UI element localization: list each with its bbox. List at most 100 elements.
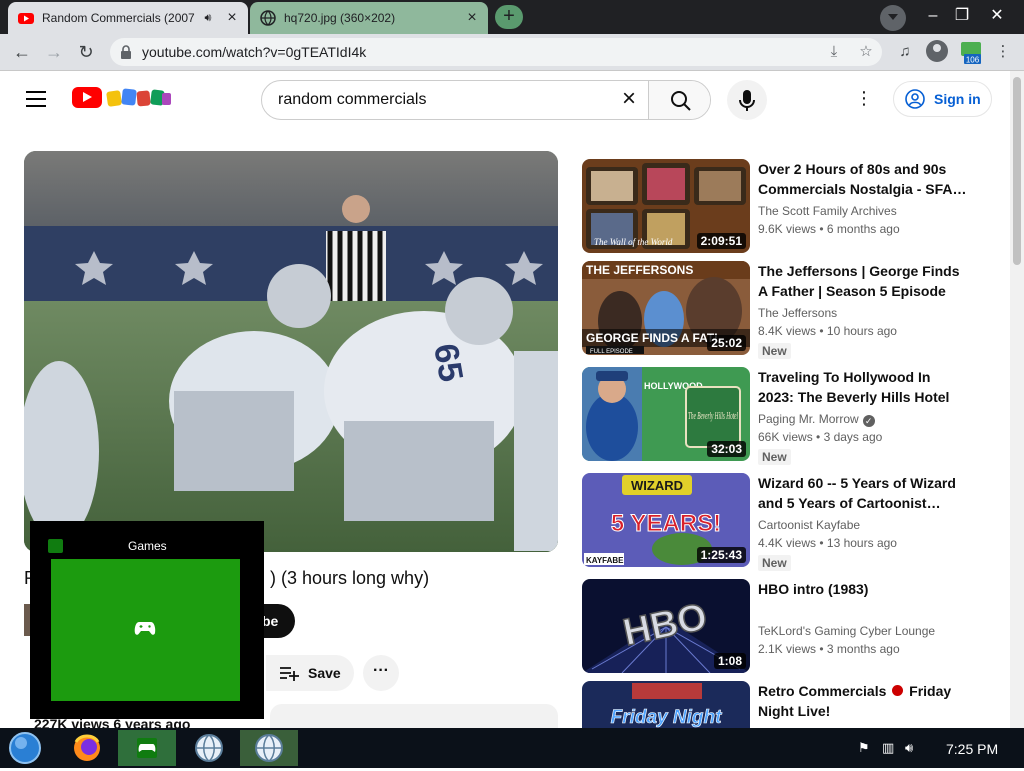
- menu-hamburger-icon[interactable]: [26, 91, 46, 112]
- recommendation-item[interactable]: HBO 1:08 HBO intro (1983) TeKLord's Gami…: [582, 579, 1002, 679]
- recommendation-item[interactable]: Friday Night Retro Commercials Friday Ni…: [582, 681, 1002, 728]
- recommendation-item[interactable]: WIZARD 5 YEARS! KAYFABE 1:25:43 Wizard 6…: [582, 473, 1002, 573]
- chrome-window-taskbar-button[interactable]: [240, 730, 298, 766]
- speaker-icon[interactable]: 🔊︎: [200, 12, 216, 25]
- close-window-icon[interactable]: ✕: [980, 0, 1014, 34]
- chrome-taskbar-button[interactable]: [180, 730, 238, 766]
- channel-name-text: Paging Mr. Morrow: [758, 412, 859, 426]
- video-thumbnail[interactable]: Friday Night: [582, 681, 750, 728]
- url-text: youtube.com/watch?v=0gTEATIdI4k: [142, 44, 367, 60]
- network-icon[interactable]: ▥: [882, 740, 894, 756]
- new-tab-button[interactable]: +: [495, 5, 523, 29]
- profile-avatar-icon[interactable]: [926, 40, 948, 62]
- media-control-icon[interactable]: ♫: [894, 41, 916, 63]
- globe-favicon-icon: [260, 10, 276, 26]
- video-meta: 66K views • 3 days ago: [758, 430, 883, 444]
- view-count: 8.4K views: [758, 324, 817, 338]
- video-thumbnail[interactable]: HBO 1:08: [582, 579, 750, 673]
- start-button[interactable]: [0, 730, 58, 766]
- address-bar[interactable]: youtube.com/watch?v=0gTEATIdI4k ⤓ ☆: [110, 38, 882, 66]
- xbox-taskbar-button[interactable]: [118, 730, 176, 766]
- system-clock[interactable]: 7:25 PM: [946, 741, 998, 757]
- video-meta: 9.6K views • 6 months ago: [758, 222, 900, 236]
- save-button[interactable]: Save: [266, 655, 354, 691]
- video-thumbnail[interactable]: WIZARD 5 YEARS! KAYFABE 1:25:43: [582, 473, 750, 567]
- games-overlay-window[interactable]: Games: [30, 521, 264, 719]
- back-icon[interactable]: ←: [8, 38, 36, 66]
- save-label: Save: [308, 665, 341, 681]
- reload-icon[interactable]: ↻: [72, 38, 100, 66]
- tab-title: Random Commercials (2007: [42, 11, 195, 25]
- scrollbar-thumb[interactable]: [1013, 77, 1021, 265]
- install-app-icon[interactable]: ⤓: [824, 42, 844, 62]
- tab-image[interactable]: hq720.jpg (360×202) ×: [250, 2, 488, 34]
- video-player[interactable]: 65: [24, 151, 558, 552]
- search-box[interactable]: random commercials ×: [261, 80, 711, 120]
- thumbnail-caption: GEORGE FINDS A FATI: [586, 331, 718, 345]
- firefox-taskbar-button[interactable]: [58, 730, 116, 766]
- xbox-app-icon: [48, 539, 63, 553]
- new-badge: New: [758, 449, 791, 465]
- video-duration: 1:25:43: [696, 547, 746, 563]
- video-title[interactable]: Over 2 Hours of 80s and 90s Commercials …: [758, 159, 968, 199]
- restore-icon[interactable]: ❐: [945, 0, 979, 34]
- os-taskbar: ⚑ ▥ 🔊︎ 7:25 PM: [0, 728, 1024, 768]
- thumbnail-caption: FULL EPISODE: [590, 349, 633, 355]
- games-preview-pane[interactable]: [51, 559, 240, 701]
- youtube-logo-icon[interactable]: [72, 87, 102, 108]
- video-title[interactable]: Wizard 60 -- 5 Years of Wizard and 5 Yea…: [758, 473, 968, 513]
- recommendation-item[interactable]: THE JEFFERSONS GEORGE FINDS A FATI FULL …: [582, 261, 1002, 361]
- video-thumbnail[interactable]: THE JEFFERSONS GEORGE FINDS A FATI FULL …: [582, 261, 750, 355]
- recommendation-item[interactable]: HOLLYWOOD The Beverly Hills Hotel 32:03 …: [582, 367, 1002, 467]
- youtube-favicon-icon: [18, 13, 34, 24]
- video-thumbnail[interactable]: HOLLYWOOD The Beverly Hills Hotel 32:03: [582, 367, 750, 461]
- close-tab-icon[interactable]: ×: [462, 9, 482, 27]
- games-overlay-title: Games: [128, 539, 167, 553]
- extension-badge-count: 106: [966, 56, 980, 65]
- youtube-doodle-logo[interactable]: [106, 85, 172, 111]
- close-tab-icon[interactable]: ×: [222, 9, 242, 27]
- video-title[interactable]: HBO intro (1983): [758, 579, 968, 619]
- tab-search-icon[interactable]: [880, 5, 906, 31]
- search-button[interactable]: [648, 81, 710, 119]
- channel-name[interactable]: Paging Mr. Morrow ✓: [758, 412, 875, 427]
- browser-tab-strip: Random Commercials (2007 🔊︎ × hq720.jpg …: [0, 0, 1024, 34]
- verified-badge-icon: ✓: [862, 415, 875, 427]
- video-meta: 8.4K views • 10 hours ago: [758, 324, 897, 338]
- thumbnail-image: Friday Night: [582, 681, 750, 728]
- channel-name[interactable]: TeKLord's Gaming Cyber Lounge: [758, 624, 935, 638]
- sign-in-button[interactable]: Sign in: [893, 81, 992, 117]
- tab-youtube[interactable]: Random Commercials (2007 🔊︎ ×: [8, 2, 248, 34]
- more-actions-button[interactable]: ···: [363, 655, 399, 691]
- channel-name[interactable]: The Scott Family Archives: [758, 204, 897, 218]
- page-scrollbar[interactable]: [1010, 71, 1024, 728]
- channel-name[interactable]: The Jeffersons: [758, 306, 837, 320]
- thumbnail-caption: 5 YEARS!: [611, 510, 721, 537]
- bookmark-star-icon[interactable]: ☆: [856, 42, 876, 62]
- globe-app-icon: [255, 734, 283, 762]
- search-icon: [671, 91, 691, 111]
- clear-search-icon[interactable]: ×: [618, 87, 640, 111]
- search-input[interactable]: random commercials: [278, 91, 426, 109]
- settings-kebab-icon[interactable]: ⋮: [854, 89, 874, 109]
- user-circle-icon: [905, 89, 925, 109]
- recommendation-item[interactable]: The Wall of the World 2:09:51 Over 2 Hou…: [582, 159, 1002, 259]
- globe-app-icon: [195, 734, 223, 762]
- video-title[interactable]: Traveling To Hollywood In 2023: The Beve…: [758, 367, 968, 407]
- view-count: 2.1K views: [758, 642, 817, 656]
- action-center-flag-icon[interactable]: ⚑: [858, 740, 870, 756]
- thumbnail-caption: WIZARD: [631, 478, 683, 493]
- video-title[interactable]: The Jeffersons | George Finds A Father |…: [758, 261, 968, 301]
- video-title[interactable]: Retro Commercials Friday Night Live!: [758, 681, 968, 721]
- tab-title: hq720.jpg (360×202): [284, 11, 396, 25]
- voice-search-button[interactable]: [727, 80, 767, 120]
- chrome-menu-icon[interactable]: ⋮: [992, 41, 1014, 63]
- gamepad-icon: [134, 622, 156, 635]
- extension-icon[interactable]: 106: [960, 40, 982, 66]
- video-thumbnail[interactable]: The Wall of the World 2:09:51: [582, 159, 750, 253]
- volume-icon[interactable]: 🔊︎: [905, 740, 913, 756]
- thumbnail-caption: The Beverly Hills Hotel: [688, 410, 738, 422]
- view-count: 66K views: [758, 430, 813, 444]
- forward-icon[interactable]: →: [40, 38, 68, 66]
- channel-name[interactable]: Cartoonist Kayfabe: [758, 518, 860, 532]
